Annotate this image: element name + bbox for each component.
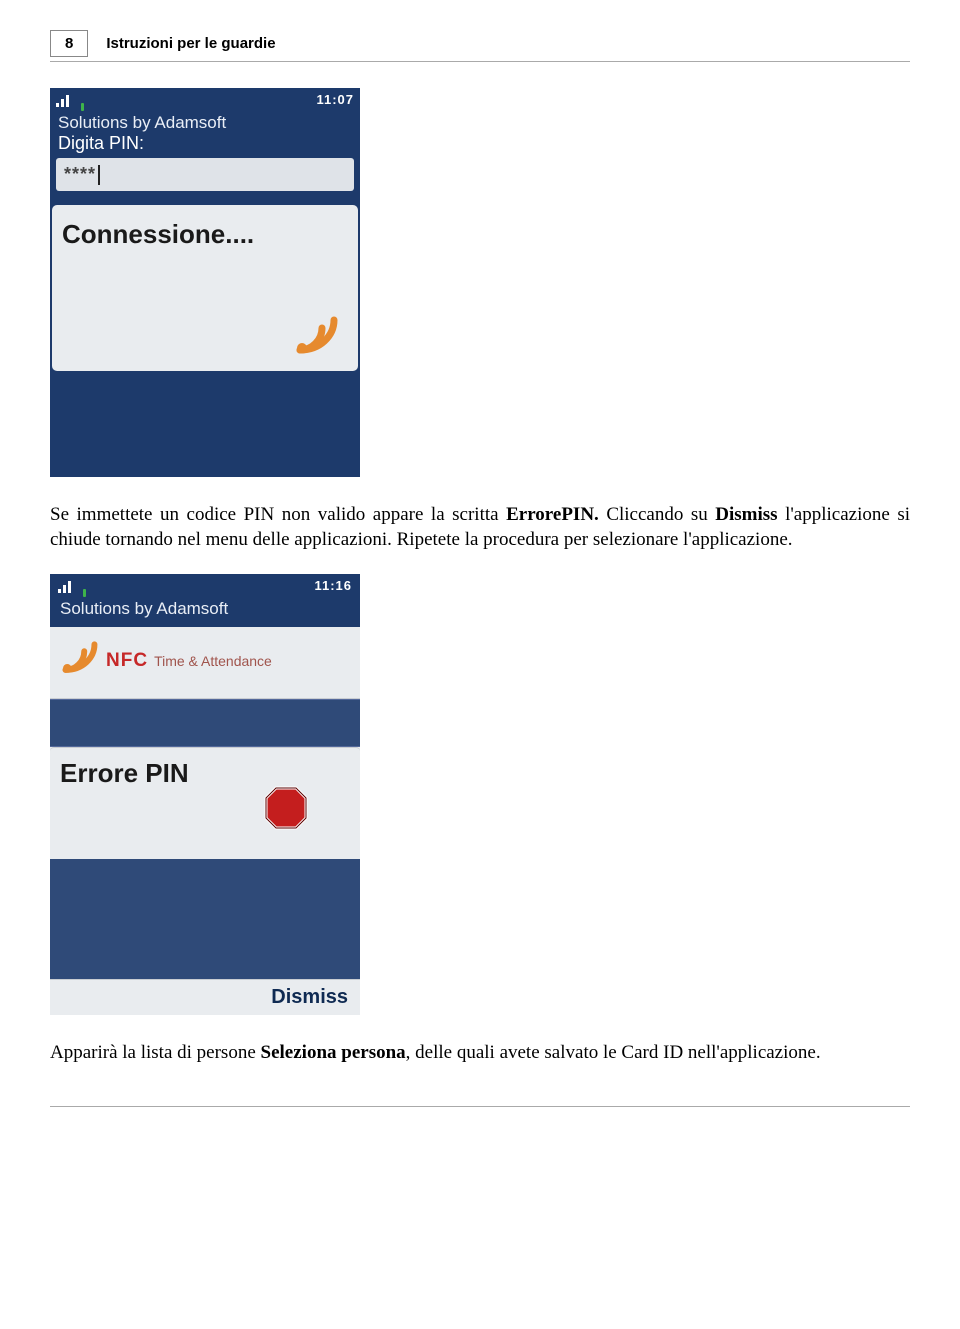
footer-divider <box>50 1106 910 1107</box>
header-divider <box>50 61 910 62</box>
status-bar: 11:07 <box>50 88 360 111</box>
clock-label: 11:16 <box>314 578 352 593</box>
clock-label: 11:07 <box>316 92 354 107</box>
p1-text-a: Se immettete un codice PIN non valido ap… <box>50 504 506 525</box>
stop-sign-icon <box>262 784 310 837</box>
pin-input-value: **** <box>64 164 96 185</box>
nfc-subtitle: Time & Attendance <box>154 653 272 669</box>
status-bar: 11:16 <box>50 574 360 597</box>
nfc-waves-icon <box>294 316 340 361</box>
p2-text-a: Apparirà la lista di persone <box>50 1042 261 1063</box>
app-title-label: Solutions by Adamsoft <box>50 111 360 133</box>
page-title: Istruzioni per le guardie <box>106 30 275 57</box>
p1-bold-errorpin: ErrorePIN. <box>506 504 599 525</box>
nfc-brand-row: NFC Time & Attendance <box>50 627 360 699</box>
nfc-waves-icon <box>60 641 100 680</box>
p2-bold-select: Seleziona persona <box>261 1042 406 1063</box>
phone-screenshot-2: 11:16 Solutions by Adamsoft NFC Time & A… <box>50 574 360 1015</box>
p1-bold-dismiss: Dismiss <box>715 504 777 525</box>
nfc-brand-text: NFC <box>106 650 148 672</box>
signal-icon <box>58 579 76 593</box>
connection-card: Connessione.... <box>52 205 358 371</box>
dismiss-button[interactable]: Dismiss <box>50 979 360 1015</box>
text-caret <box>98 165 100 185</box>
paragraph-1: Se immettete un codice PIN non valido ap… <box>50 503 910 552</box>
p1-text-c: Cliccando su <box>599 504 715 525</box>
pin-input[interactable]: **** <box>56 158 354 191</box>
p2-text-c: , delle quali avete salvato le Card ID n… <box>406 1042 821 1063</box>
dismiss-label: Dismiss <box>271 986 348 1008</box>
signal-icon <box>56 93 74 107</box>
page-number-box: 8 <box>50 30 88 57</box>
pin-prompt-label: Digita PIN: <box>50 133 360 158</box>
app-title-label: Solutions by Adamsoft <box>50 597 360 627</box>
phone-screenshot-1: 11:07 Solutions by Adamsoft Digita PIN: … <box>50 88 360 477</box>
error-card: Errore PIN <box>50 747 360 859</box>
connection-label: Connessione.... <box>62 219 348 250</box>
page-number: 8 <box>65 35 73 52</box>
page-header: 8 Istruzioni per le guardie <box>50 30 910 57</box>
paragraph-2: Apparirà la lista di persone Seleziona p… <box>50 1041 910 1066</box>
